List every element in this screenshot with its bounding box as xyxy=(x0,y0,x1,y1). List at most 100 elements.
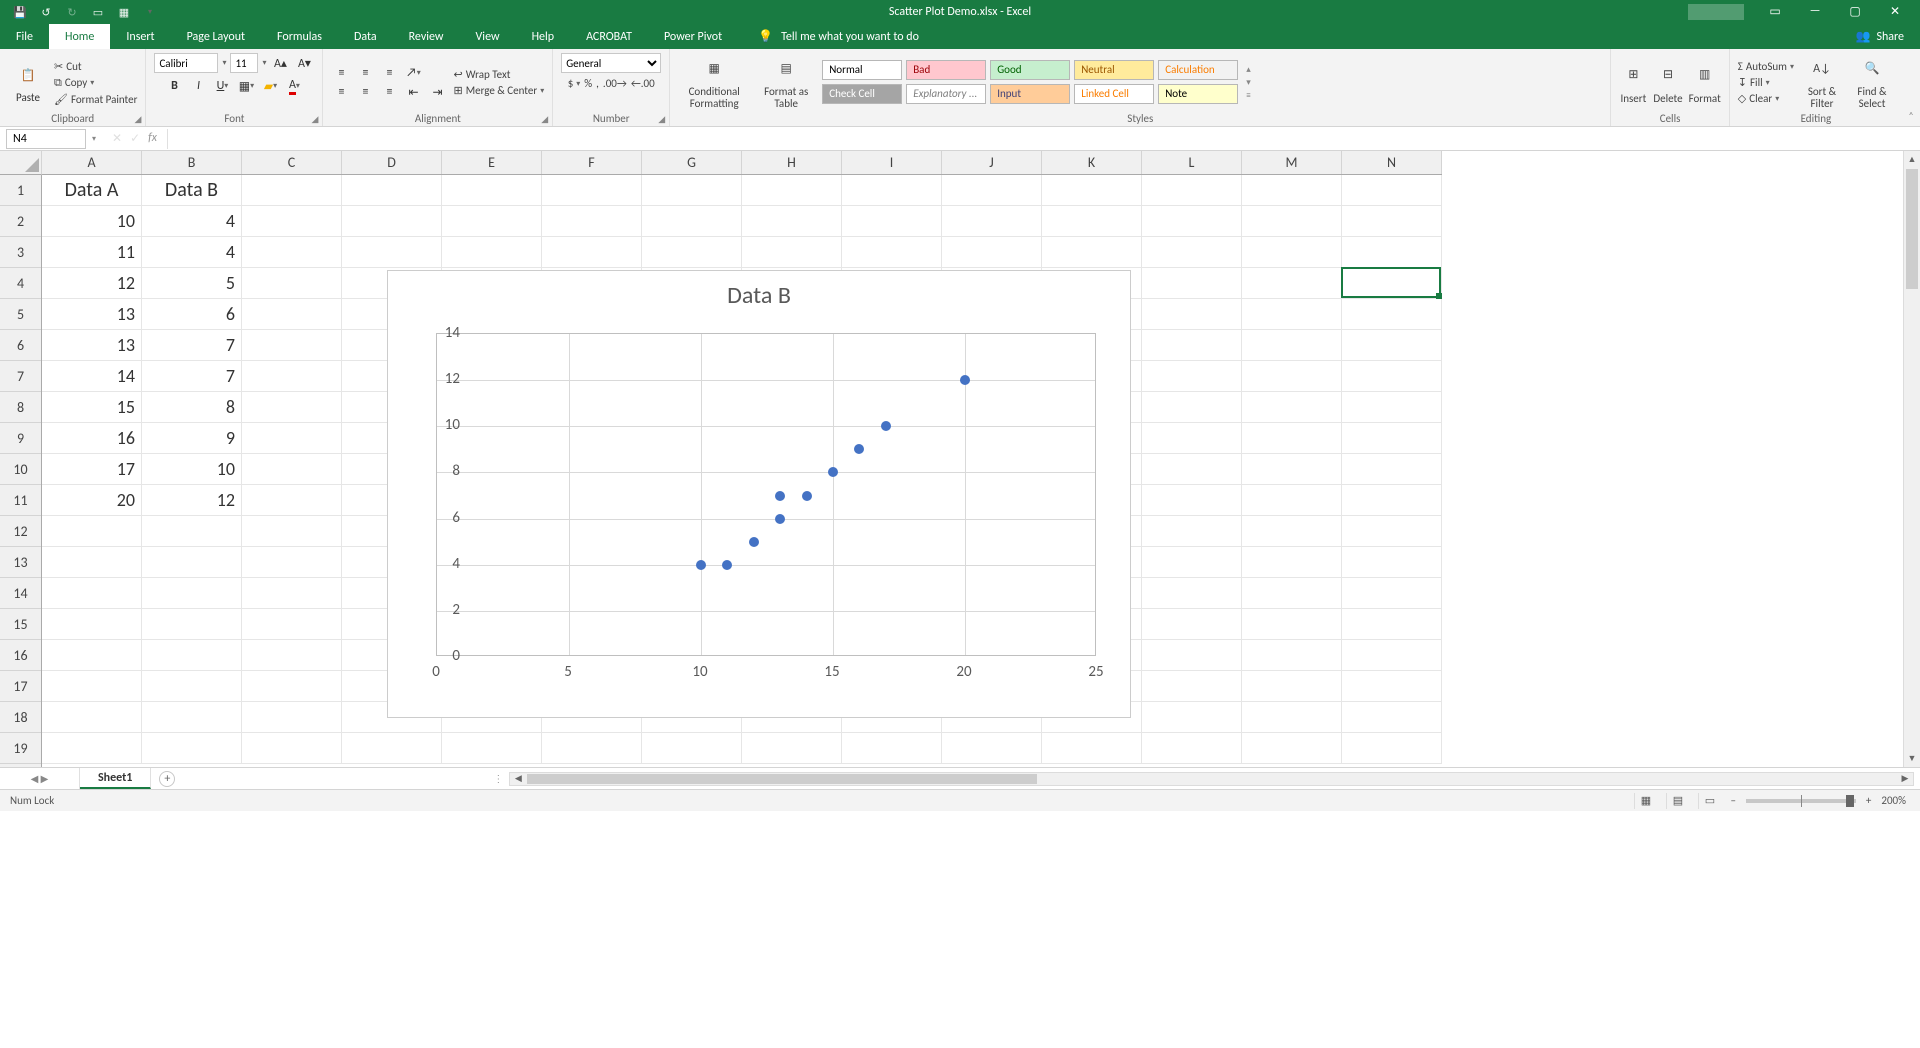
cell-style-normal[interactable]: Normal xyxy=(822,60,902,80)
cell-H3[interactable] xyxy=(742,237,842,268)
cell-L6[interactable] xyxy=(1142,330,1242,361)
cell-A16[interactable] xyxy=(42,640,142,671)
sort-filter-button[interactable]: Sort & Filter xyxy=(1800,86,1844,110)
col-header-C[interactable]: C xyxy=(242,151,342,174)
hscroll-thumb[interactable] xyxy=(527,774,1037,784)
collapse-ribbon-icon[interactable]: ˄ xyxy=(1902,49,1920,126)
data-point[interactable] xyxy=(749,537,759,547)
cell-C14[interactable] xyxy=(242,578,342,609)
row-header-11[interactable]: 11 xyxy=(0,485,41,516)
cell-N18[interactable] xyxy=(1342,702,1442,733)
cell-N17[interactable] xyxy=(1342,671,1442,702)
cell-M11[interactable] xyxy=(1242,485,1342,516)
merge-center-button[interactable]: ⊞Merge & Center▾ xyxy=(453,84,544,97)
cell-A8[interactable]: 15 xyxy=(42,392,142,423)
cell-style-calculation[interactable]: Calculation xyxy=(1158,60,1238,80)
cell-A12[interactable] xyxy=(42,516,142,547)
format-as-table-icon[interactable]: ▤ xyxy=(772,55,800,83)
cell-A2[interactable]: 10 xyxy=(42,206,142,237)
col-header-K[interactable]: K xyxy=(1042,151,1142,174)
cell-K19[interactable] xyxy=(1042,733,1142,764)
cell-C19[interactable] xyxy=(242,733,342,764)
row-header-15[interactable]: 15 xyxy=(0,609,41,640)
cell-B6[interactable]: 7 xyxy=(142,330,242,361)
cell-M18[interactable] xyxy=(1242,702,1342,733)
data-point[interactable] xyxy=(775,514,785,524)
cell-J1[interactable] xyxy=(942,175,1042,206)
account-placeholder-icon[interactable] xyxy=(1688,4,1744,20)
cell-B12[interactable] xyxy=(142,516,242,547)
cell-B16[interactable] xyxy=(142,640,242,671)
scroll-down-icon[interactable]: ▼ xyxy=(1904,750,1920,767)
row-header-5[interactable]: 5 xyxy=(0,299,41,330)
cell-B17[interactable] xyxy=(142,671,242,702)
row-header-1[interactable]: 1 xyxy=(0,175,41,206)
cell-L8[interactable] xyxy=(1142,392,1242,423)
cell-M19[interactable] xyxy=(1242,733,1342,764)
cell-M12[interactable] xyxy=(1242,516,1342,547)
col-header-D[interactable]: D xyxy=(342,151,442,174)
data-point[interactable] xyxy=(828,467,838,477)
cut-button[interactable]: ✂Cut xyxy=(54,60,137,73)
insert-button[interactable]: Insert xyxy=(1620,92,1646,105)
row-header-6[interactable]: 6 xyxy=(0,330,41,361)
tellme-text[interactable]: Tell me what you want to do xyxy=(781,30,919,44)
data-point[interactable] xyxy=(960,375,970,385)
cell-M10[interactable] xyxy=(1242,454,1342,485)
tab-page-layout[interactable]: Page Layout xyxy=(171,24,261,49)
minimize-icon[interactable]: — xyxy=(1806,4,1824,20)
tab-file[interactable]: File xyxy=(0,24,49,49)
font-name-input[interactable] xyxy=(154,53,218,73)
row-header-16[interactable]: 16 xyxy=(0,640,41,671)
cell-A4[interactable]: 12 xyxy=(42,268,142,299)
cell-G3[interactable] xyxy=(642,237,742,268)
row-header-18[interactable]: 18 xyxy=(0,702,41,733)
name-box[interactable] xyxy=(6,129,86,149)
redo-icon[interactable]: ↻ xyxy=(64,4,80,20)
align-top-icon[interactable]: ≡ xyxy=(331,65,351,81)
cell-J19[interactable] xyxy=(942,733,1042,764)
zoom-knob[interactable] xyxy=(1846,795,1854,807)
tab-insert[interactable]: Insert xyxy=(110,24,170,49)
data-point[interactable] xyxy=(881,421,891,431)
cell-F19[interactable] xyxy=(542,733,642,764)
cell-N5[interactable] xyxy=(1342,299,1442,330)
col-header-J[interactable]: J xyxy=(942,151,1042,174)
cell-A10[interactable]: 17 xyxy=(42,454,142,485)
cell-L17[interactable] xyxy=(1142,671,1242,702)
row-header-12[interactable]: 12 xyxy=(0,516,41,547)
cell-L3[interactable] xyxy=(1142,237,1242,268)
data-point[interactable] xyxy=(775,491,785,501)
row-header-14[interactable]: 14 xyxy=(0,578,41,609)
view-page-layout-icon[interactable]: ▤ xyxy=(1666,793,1688,809)
column-headers[interactable]: ABCDEFGHIJKLMN xyxy=(42,151,1442,175)
cell-style-explanatory-[interactable]: Explanatory ... xyxy=(906,84,986,104)
cell-C6[interactable] xyxy=(242,330,342,361)
cell-C13[interactable] xyxy=(242,547,342,578)
cell-C17[interactable] xyxy=(242,671,342,702)
dialog-launcher-icon[interactable]: ◢ xyxy=(312,114,319,125)
cell-C18[interactable] xyxy=(242,702,342,733)
cell-N3[interactable] xyxy=(1342,237,1442,268)
save-icon[interactable]: 💾 xyxy=(12,4,28,20)
font-size-input[interactable] xyxy=(230,53,258,73)
cell-L18[interactable] xyxy=(1142,702,1242,733)
cell-A6[interactable]: 13 xyxy=(42,330,142,361)
cell-L13[interactable] xyxy=(1142,547,1242,578)
cell-A17[interactable] xyxy=(42,671,142,702)
cell-I2[interactable] xyxy=(842,206,942,237)
gallery-more-icon[interactable]: ≡ xyxy=(1246,90,1251,101)
cell-A9[interactable]: 16 xyxy=(42,423,142,454)
cell-M9[interactable] xyxy=(1242,423,1342,454)
cell-C12[interactable] xyxy=(242,516,342,547)
cell-D19[interactable] xyxy=(342,733,442,764)
vscroll-thumb[interactable] xyxy=(1906,169,1918,289)
align-right-icon[interactable]: ≡ xyxy=(379,84,399,100)
tab-view[interactable]: View xyxy=(460,24,516,49)
cell-L7[interactable] xyxy=(1142,361,1242,392)
col-header-F[interactable]: F xyxy=(542,151,642,174)
cell-L16[interactable] xyxy=(1142,640,1242,671)
cell-K3[interactable] xyxy=(1042,237,1142,268)
tab-formulas[interactable]: Formulas xyxy=(261,24,338,49)
cell-M3[interactable] xyxy=(1242,237,1342,268)
